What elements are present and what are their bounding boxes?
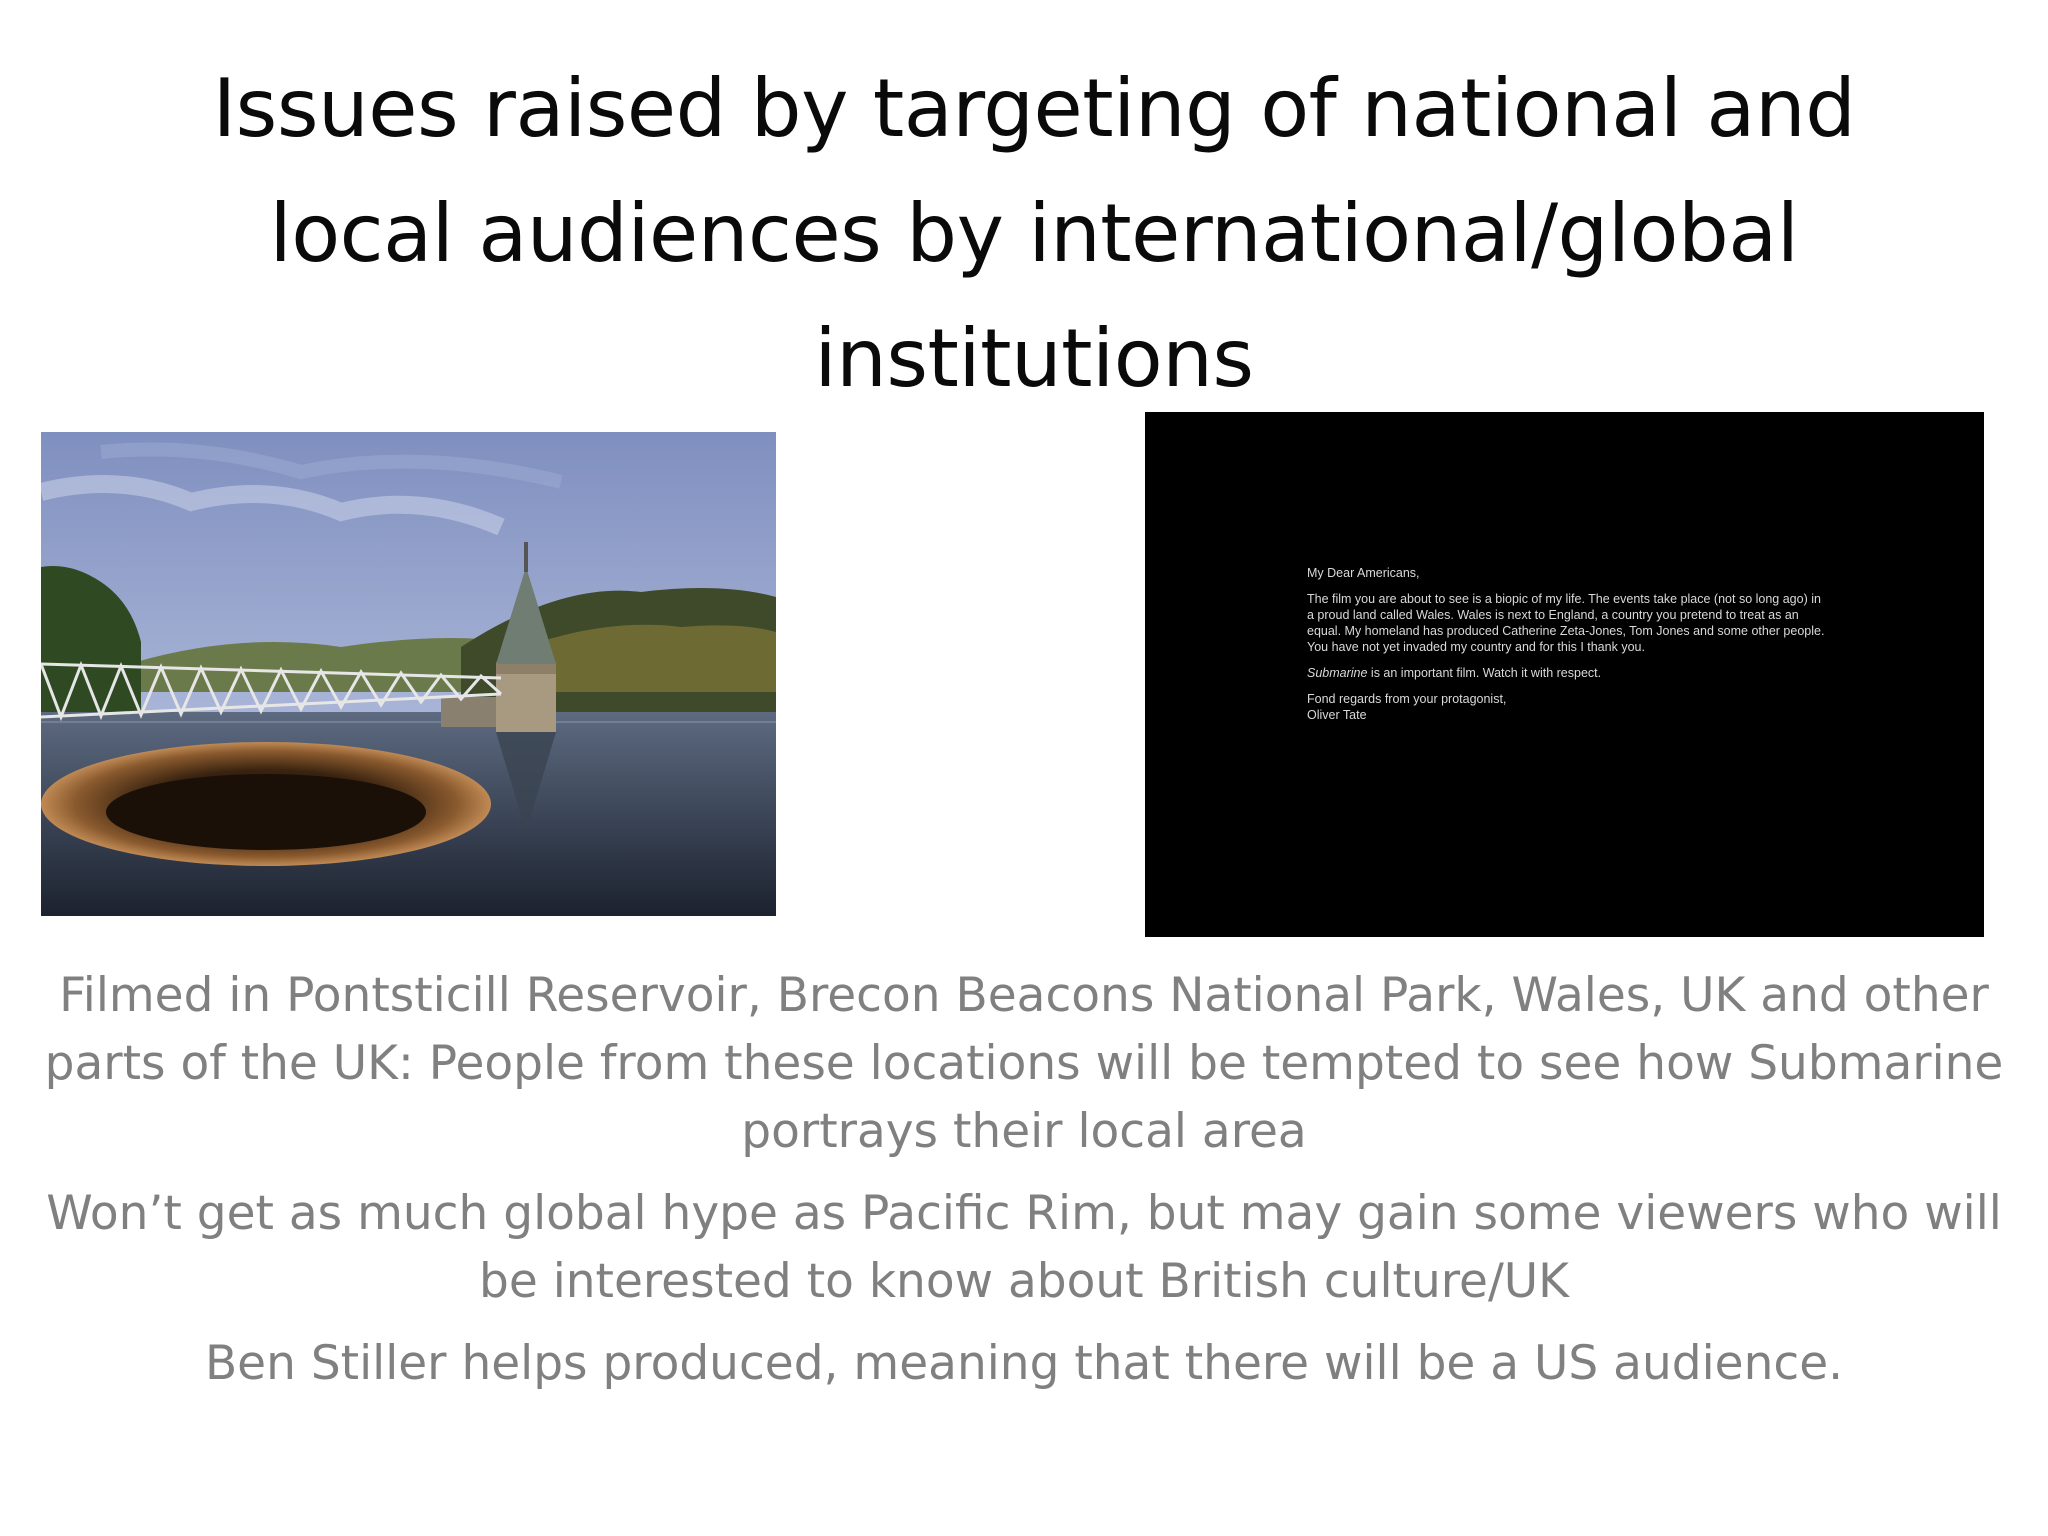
letter-closing: Fond regards from your protagonist, [1307, 692, 1507, 706]
bullet-us-audience: Ben Stiller helps produced, meaning that… [204, 1336, 1844, 1391]
reservoir-photo [41, 432, 776, 916]
slide-body: Filmed in Pontsticill Reservoir, Brecon … [20, 962, 2028, 1412]
letter-film-name: Submarine [1307, 666, 1368, 680]
letter-note-rest: is an important film. Watch it with resp… [1367, 666, 1602, 680]
bullet-global-hype: Won’t get as much global hype as Pacific… [46, 1186, 2002, 1309]
letter-salutation: My Dear Americans, [1307, 566, 1420, 580]
letter-note: Submarine is an important film. Watch it… [1307, 665, 1827, 681]
intro-letter-image: My Dear Americans, The film you are abou… [1145, 412, 1984, 937]
slide-title: Issues raised by targeting of national a… [212, 62, 1856, 405]
letter-paragraph: The film you are about to see is a biopi… [1307, 592, 1825, 654]
letter-signature: Oliver Tate [1307, 708, 1367, 722]
bullet-filming-location: Filmed in Pontsticill Reservoir, Brecon … [44, 968, 2004, 1159]
